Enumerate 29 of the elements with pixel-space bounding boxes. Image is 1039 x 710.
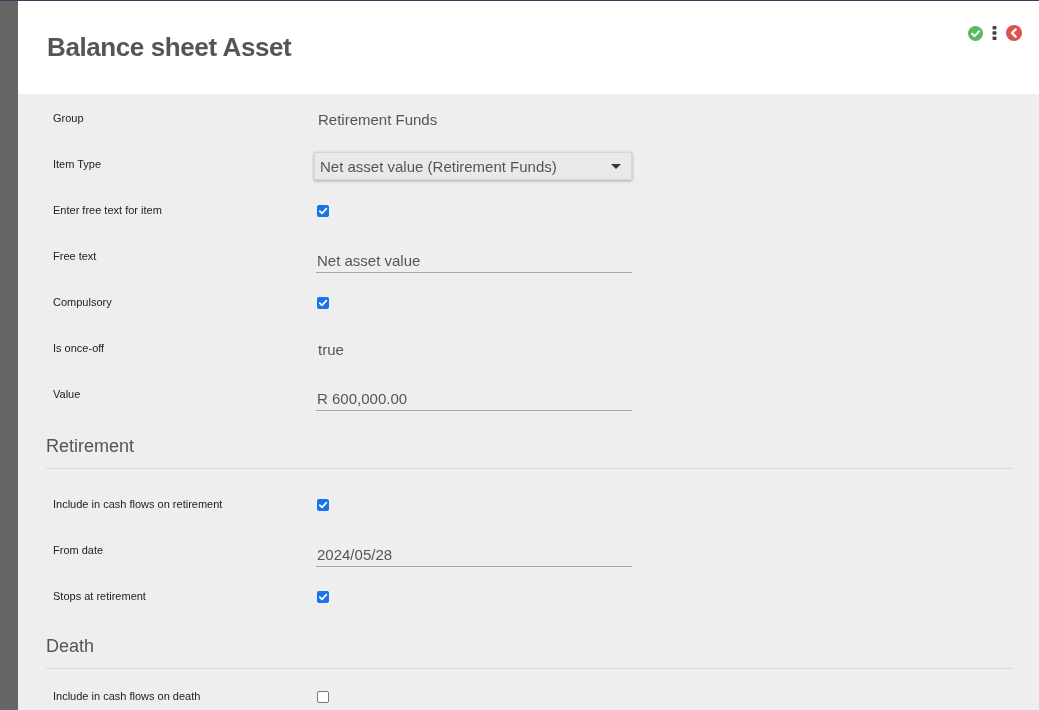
field-label: Value xyxy=(53,388,81,401)
field-label: Include in cash flows on retirement xyxy=(53,498,223,511)
input-field[interactable]: Net asset value xyxy=(316,249,632,273)
checkbox[interactable] xyxy=(317,691,329,703)
checkbox[interactable] xyxy=(317,297,329,309)
checkbox[interactable] xyxy=(317,499,329,511)
chevron-left-circle-icon[interactable] xyxy=(1006,25,1022,41)
checkbox[interactable] xyxy=(317,591,329,603)
field-label: Is once-off xyxy=(53,342,105,355)
field-label: Include in cash flows on death xyxy=(53,690,201,703)
menu-icon[interactable] xyxy=(992,26,997,40)
field-label: Enter free text for item xyxy=(53,204,162,217)
field-value: Retirement Funds xyxy=(317,111,438,129)
check-circle-icon[interactable] xyxy=(968,25,983,41)
section-heading: Retirement xyxy=(46,435,135,457)
field-label: Free text xyxy=(53,250,97,263)
field-label: From date xyxy=(53,544,104,557)
caret-icon xyxy=(611,163,621,169)
field-value: true xyxy=(317,341,344,359)
field-label: Stops at retirement xyxy=(53,590,146,603)
page-title: Balance sheet Asset xyxy=(47,32,292,62)
checkbox[interactable] xyxy=(317,205,329,217)
dropdown[interactable]: Net asset value (Retirement Funds) xyxy=(314,152,632,180)
input-field[interactable]: R 600,000.00 xyxy=(316,387,632,411)
section-heading: Death xyxy=(46,635,95,657)
field-label: Group xyxy=(53,112,84,125)
input-field[interactable]: 2024/05/28 xyxy=(316,543,632,567)
field-label: Compulsory xyxy=(53,296,112,309)
field-label: Item Type xyxy=(53,158,102,171)
